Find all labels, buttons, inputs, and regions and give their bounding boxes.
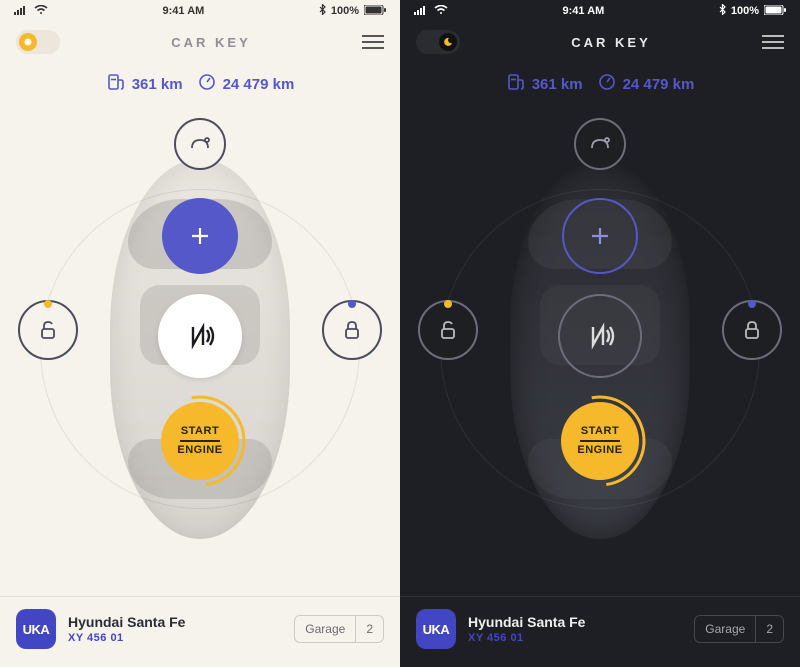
gauge-icon: [197, 72, 217, 96]
start-line2: ENGINE: [177, 443, 222, 458]
range-stat: 361 km: [106, 72, 183, 96]
page-title: CAR KEY: [171, 35, 251, 50]
odometer-value: 24 479 km: [223, 76, 295, 93]
start-engine-button[interactable]: START ENGINE: [161, 402, 239, 480]
lock-button[interactable]: [322, 300, 382, 360]
status-time: 9:41 AM: [563, 5, 605, 17]
phone-light: 9:41 AM 100% CAR KEY 361 km: [0, 0, 400, 667]
car-stats: 361 km 24 479 km: [0, 58, 400, 102]
brand-badge[interactable]: UKA: [16, 609, 56, 649]
status-dot-unlock: [44, 300, 52, 308]
range-value: 361 km: [132, 76, 183, 93]
page-title: CAR KEY: [571, 35, 651, 50]
nfc-button[interactable]: [558, 294, 642, 378]
start-line1: START: [581, 424, 619, 439]
app-header: CAR KEY: [0, 22, 400, 58]
garage-button[interactable]: Garage 2: [694, 615, 784, 643]
status-dot-lock: [348, 300, 356, 308]
moon-icon: [439, 33, 457, 51]
trunk-button[interactable]: [174, 118, 226, 170]
status-time: 9:41 AM: [163, 5, 205, 17]
start-line2: ENGINE: [577, 443, 622, 458]
theme-toggle[interactable]: [416, 30, 460, 54]
brand-badge[interactable]: UKA: [416, 609, 456, 649]
garage-button[interactable]: Garage 2: [294, 615, 384, 643]
status-dot-lock: [748, 300, 756, 308]
trunk-button[interactable]: [574, 118, 626, 170]
battery-icon: [764, 5, 786, 18]
car-meta: Hyundai Santa Fe XY 456 01: [68, 614, 282, 644]
odometer-value: 24 479 km: [623, 76, 695, 93]
license-plate: XY 456 01: [468, 632, 682, 644]
app-header: CAR KEY: [400, 22, 800, 58]
theme-toggle[interactable]: [16, 30, 60, 54]
unlock-button[interactable]: [18, 300, 78, 360]
car-stats: 361 km 24 479 km: [400, 58, 800, 102]
status-bar: 9:41 AM 100%: [400, 0, 800, 22]
start-engine-button[interactable]: START ENGINE: [561, 402, 639, 480]
menu-icon[interactable]: [762, 35, 784, 49]
control-stage: START ENGINE: [0, 102, 400, 596]
status-bar: 9:41 AM 100%: [0, 0, 400, 22]
wifi-icon: [434, 5, 448, 18]
add-button[interactable]: [562, 198, 638, 274]
phone-dark: 9:41 AM 100% CAR KEY 361 km 24 479 km: [400, 0, 800, 667]
bluetooth-icon: [319, 4, 326, 18]
garage-count: 2: [355, 616, 383, 642]
fuel-icon: [106, 72, 126, 96]
gauge-icon: [597, 72, 617, 96]
battery-icon: [364, 5, 386, 18]
battery-pct: 100%: [731, 5, 759, 17]
control-stage: START ENGINE: [400, 102, 800, 596]
odometer-stat: 24 479 km: [197, 72, 295, 96]
footer-bar: UKA Hyundai Santa Fe XY 456 01 Garage 2: [0, 596, 400, 667]
bluetooth-icon: [719, 4, 726, 18]
divider: [180, 440, 220, 442]
signal-icon: [414, 5, 429, 18]
battery-pct: 100%: [331, 5, 359, 17]
start-line1: START: [181, 424, 219, 439]
car-meta: Hyundai Santa Fe XY 456 01: [468, 614, 682, 644]
fuel-icon: [506, 72, 526, 96]
range-value: 361 km: [532, 76, 583, 93]
footer-bar: UKA Hyundai Santa Fe XY 456 01 Garage 2: [400, 596, 800, 667]
license-plate: XY 456 01: [68, 632, 282, 644]
menu-icon[interactable]: [362, 35, 384, 49]
car-name: Hyundai Santa Fe: [68, 614, 282, 630]
lock-button[interactable]: [722, 300, 782, 360]
wifi-icon: [34, 5, 48, 18]
garage-count: 2: [755, 616, 783, 642]
signal-icon: [14, 5, 29, 18]
divider: [580, 440, 620, 442]
garage-label: Garage: [295, 616, 355, 642]
status-dot-unlock: [444, 300, 452, 308]
unlock-button[interactable]: [418, 300, 478, 360]
sun-icon: [19, 33, 37, 51]
garage-label: Garage: [695, 616, 755, 642]
odometer-stat: 24 479 km: [597, 72, 695, 96]
car-name: Hyundai Santa Fe: [468, 614, 682, 630]
range-stat: 361 km: [506, 72, 583, 96]
add-button[interactable]: [162, 198, 238, 274]
nfc-button[interactable]: [158, 294, 242, 378]
